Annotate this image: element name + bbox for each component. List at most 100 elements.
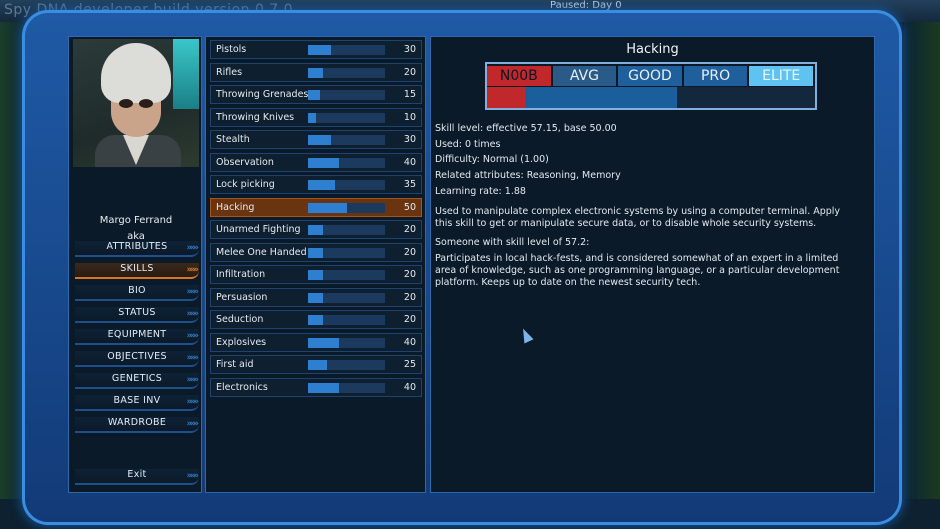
skill-bar [308, 67, 385, 78]
skill-row[interactable]: Throwing Grenades 15 [210, 85, 422, 104]
menu-item-skills[interactable]: SKILLS »»» [75, 263, 199, 279]
skill-name: Explosives [216, 336, 267, 348]
skill-bar-fill [308, 292, 324, 303]
skill-bar-fill [308, 157, 339, 168]
skill-bar-fill [308, 180, 335, 190]
skill-value: 20 [403, 246, 416, 258]
menu-item-status[interactable]: STATUS »»» [75, 307, 199, 323]
skill-stat-line: Skill level: effective 57.15, base 50.00 [435, 123, 617, 134]
menu-item-label: STATUS [118, 307, 156, 318]
chevron-right-icon: »»» [186, 243, 198, 253]
skill-bar-fill [308, 315, 324, 325]
skill-name: Hacking [216, 201, 255, 213]
skill-value: 10 [403, 111, 416, 123]
skill-value: 35 [403, 179, 416, 190]
skill-bar [308, 202, 385, 213]
skill-bar [308, 315, 385, 325]
skill-row[interactable]: Unarmed Fighting 20 [210, 220, 422, 239]
skill-bar [308, 292, 385, 303]
skill-name: Persuasion [216, 291, 268, 303]
menu-item-label: GENETICS [111, 373, 163, 384]
skill-level-description: Participates in local hack-fests, and is… [435, 253, 840, 288]
skill-row[interactable]: Lock picking 35 [210, 175, 422, 194]
skill-value: 20 [403, 66, 416, 78]
menu-item-objectives[interactable]: OBJECTIVES »»» [75, 351, 199, 367]
skill-bar-fill [308, 45, 332, 55]
skill-name: First aid [216, 359, 254, 370]
skill-row[interactable]: Electronics 40 [210, 377, 422, 397]
skill-description: Used to manipulate complex electronic sy… [435, 206, 841, 229]
skill-row[interactable]: First aid 25 [210, 355, 422, 374]
skill-bar-fill [308, 90, 320, 100]
chevron-right-icon: »»» [186, 265, 198, 275]
skill-detail-panel: Hacking N00B AVG GOOD PRO ELITE Skill level:… [430, 36, 875, 493]
skill-name: Stealth [216, 134, 250, 145]
skill-bar [308, 112, 385, 123]
skill-bar-fill [308, 225, 324, 235]
skill-name: Lock picking [216, 179, 275, 190]
menu-item-wardrobe[interactable]: WARDROBE »»» [75, 417, 199, 433]
skill-bar [308, 247, 385, 258]
rank-progress-fill [487, 87, 678, 108]
skill-value: 20 [403, 291, 416, 303]
skill-stat-line: Used: 0 times [435, 139, 501, 150]
skill-row[interactable]: Seduction 20 [210, 310, 422, 329]
exit-label: Exit [127, 469, 147, 480]
skill-value: 15 [403, 89, 416, 100]
skill-bar [308, 382, 385, 393]
menu-item-genetics[interactable]: GENETICS »»» [75, 373, 199, 389]
chevron-right-icon: »»» [186, 471, 198, 481]
skill-stat-line: Difficulty: Normal (1.00) [435, 154, 549, 165]
skill-bar [308, 90, 385, 100]
skill-row[interactable]: Melee One Handed 20 [210, 242, 422, 262]
chevron-right-icon: »»» [186, 331, 198, 341]
skill-bar [308, 337, 385, 348]
skill-name: Seduction [216, 314, 264, 325]
chevron-right-icon: »»» [186, 419, 198, 429]
skill-value: 25 [403, 359, 416, 370]
skill-name: Pistols [216, 44, 247, 55]
menu-item-label: OBJECTIVES [107, 351, 167, 362]
character-panel: Margo Ferrand aka Fixer ATTRIBUTES»»»SKI… [68, 36, 202, 493]
skill-row[interactable]: Rifles 20 [210, 62, 422, 82]
rank-label-good: GOOD [618, 66, 684, 86]
skill-bar [308, 45, 385, 55]
skill-row[interactable]: Explosives 40 [210, 332, 422, 352]
skill-title: Hacking [626, 42, 679, 57]
menu-item-bio[interactable]: BIO »»» [75, 285, 199, 301]
skill-row[interactable]: Pistols 30 [210, 40, 422, 59]
skill-bar [308, 225, 385, 235]
skill-bar-fill [308, 112, 316, 123]
skill-row[interactable]: Persuasion 20 [210, 287, 422, 307]
skill-rank-meter: N00B AVG GOOD PRO ELITE [485, 62, 817, 110]
menu-item-base-inv[interactable]: BASE INV »»» [75, 395, 199, 411]
skill-bar-fill [308, 202, 347, 213]
character-name: Margo Ferrand [99, 215, 173, 226]
skill-row[interactable]: Hacking 50 [210, 197, 422, 217]
menu-item-equipment[interactable]: EQUIPMENT »»» [75, 329, 199, 345]
skill-bar [308, 270, 385, 280]
rank-label-avg: AVG [552, 66, 619, 86]
skill-bar [308, 135, 385, 145]
skill-value: 30 [403, 134, 416, 145]
skill-stat-line: Related attributes: Reasoning, Memory [435, 170, 621, 181]
rank-label-n00b: N00B [487, 66, 553, 86]
chevron-right-icon: »»» [186, 353, 198, 363]
skill-bar-fill [308, 270, 324, 280]
skills-list: Pistols 30 Rifles 20 Throwing Grenades 15 Thro… [205, 36, 426, 493]
skill-row[interactable]: Observation 40 [210, 152, 422, 172]
skill-stat-line: Learning rate: 1.88 [435, 186, 526, 197]
skill-row[interactable]: Throwing Knives 10 [210, 107, 422, 127]
skill-name: Observation [216, 156, 274, 168]
rank-label-pro: PRO [683, 66, 750, 86]
skill-row[interactable]: Infiltration 20 [210, 265, 422, 284]
background-right [904, 22, 940, 529]
skill-bar-fill [308, 247, 324, 258]
chevron-right-icon: »»» [186, 397, 198, 407]
exit-button[interactable]: Exit »»» [75, 469, 199, 485]
menu-item-attributes[interactable]: ATTRIBUTES »»» [75, 241, 199, 257]
menu-item-label: BIO [128, 285, 146, 296]
skill-bar [308, 360, 385, 370]
skill-row[interactable]: Stealth 30 [210, 130, 422, 149]
skill-bar-fill [308, 360, 328, 370]
